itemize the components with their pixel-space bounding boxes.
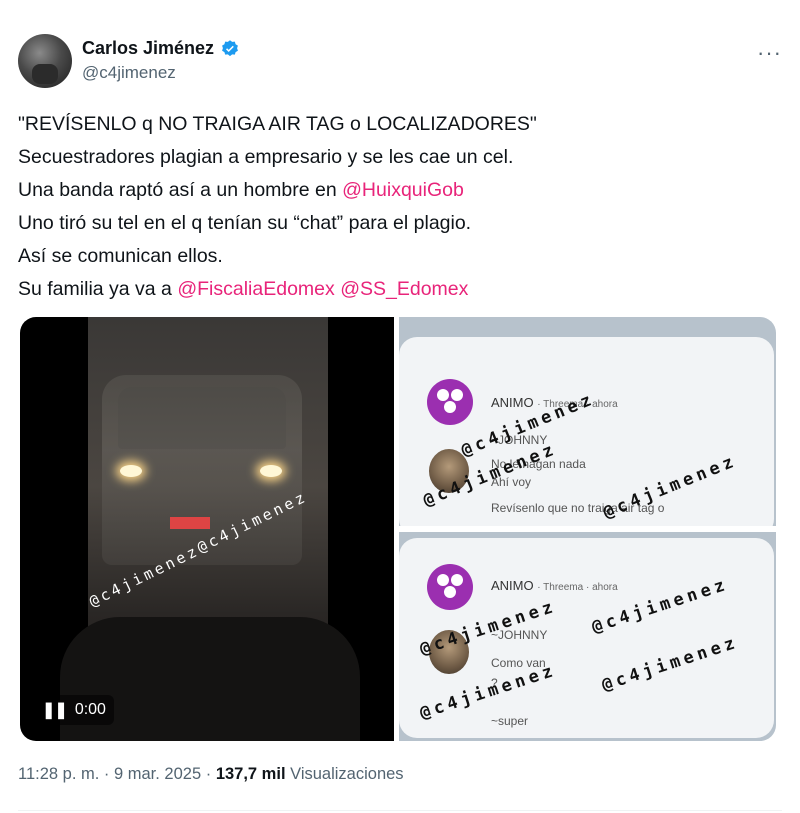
headlight	[120, 465, 142, 477]
author-block: Carlos Jiménez @c4jimenez	[82, 38, 240, 83]
license-plate	[170, 517, 210, 529]
author-name[interactable]: Carlos Jiménez	[82, 38, 214, 59]
tweet-line-1: "REVÍSENLO q NO TRAIGA AIR TAG o LOCALIZ…	[18, 113, 537, 135]
chat-message: ~super	[491, 714, 529, 728]
chat-image-bottom[interactable]: ANIMO · Threema · ahora ~JOHNNY Como van…	[399, 532, 776, 741]
tweet-line-4: Uno tiró su tel en el q tenían su “chat”…	[18, 212, 472, 234]
mention-link[interactable]: @SS_Edomex	[340, 278, 468, 300]
verified-badge-icon	[222, 39, 238, 56]
tweet-line-5: Así se comunican ellos.	[18, 245, 223, 267]
app-line: ANIMO · Threema · ahora	[491, 578, 618, 593]
video-player[interactable]: @c4jimenez @c4jimenez ❚❚ 0:00	[20, 317, 394, 741]
views-count: 137,7 mil	[215, 765, 286, 783]
media-grid: @c4jimenez @c4jimenez ❚❚ 0:00 ANIMO · Th…	[20, 317, 776, 741]
threema-app-icon	[427, 379, 473, 425]
avatar[interactable]	[18, 34, 72, 88]
mention-link[interactable]: @FiscaliaEdomex	[177, 278, 334, 300]
tweet-date[interactable]: 9 mar. 2025	[114, 765, 201, 783]
chat-image-top[interactable]: ANIMO · Threema · ahora ~JOHNNY No le ha…	[399, 317, 776, 526]
tweet-line-3: Una banda raptó así a un hombre en @Huix…	[18, 179, 464, 201]
tweet-header: Carlos Jiménez @c4jimenez ···	[18, 34, 782, 90]
divider	[18, 810, 782, 811]
headlight	[260, 465, 282, 477]
video-time-overlay[interactable]: ❚❚ 0:00	[34, 695, 114, 725]
tweet-line-2: Secuestradores plagian a empresario y se…	[18, 146, 514, 168]
tweet-line-6: Su familia ya va a @FiscaliaEdomex @SS_E…	[18, 278, 469, 300]
tweet-text: "REVÍSENLO q NO TRAIGA AIR TAG o LOCALIZ…	[18, 108, 778, 306]
more-options-icon[interactable]: ···	[757, 40, 782, 66]
tweet-time[interactable]: 11:28 p. m.	[18, 765, 99, 783]
mention-link[interactable]: @HuixquiGob	[342, 179, 464, 201]
author-handle[interactable]: @c4jimenez	[82, 63, 240, 83]
pause-icon[interactable]: ❚❚	[42, 700, 68, 720]
video-time: 0:00	[74, 701, 106, 718]
threema-app-icon	[427, 564, 473, 610]
views-label: Visualizaciones	[285, 765, 404, 783]
tweet-meta: 11:28 p. m. · 9 mar. 2025 · 137,7 mil Vi…	[18, 765, 404, 783]
